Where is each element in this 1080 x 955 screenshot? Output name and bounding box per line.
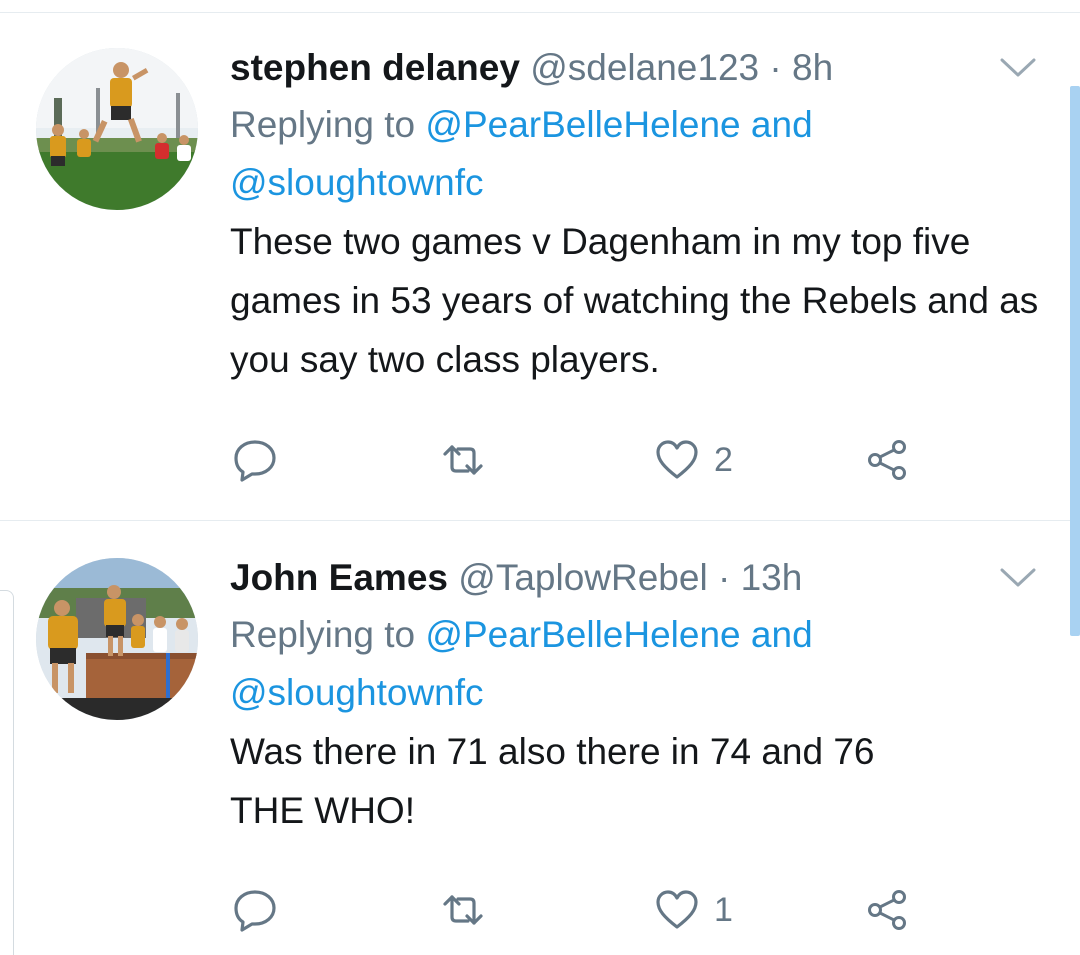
share-icon <box>868 440 906 480</box>
like-button[interactable]: 2 <box>654 430 733 490</box>
mention-link[interactable]: @sloughtownfc <box>230 162 484 203</box>
and-text[interactable]: and <box>741 614 813 655</box>
tweet-text-line: Was there in 71 also there in 74 and 76 <box>230 731 875 772</box>
tweet-text: These two games v Dagenham in my top fiv… <box>230 221 1039 380</box>
tweet-content: John Eames @TaplowRebel · 13h Replying t… <box>230 550 1050 840</box>
mention-link[interactable]: @sloughtownfc <box>230 672 484 713</box>
timestamp[interactable]: 13h <box>741 557 803 598</box>
reply-icon <box>234 440 276 482</box>
heart-icon <box>656 890 698 929</box>
replying-prefix: Replying to <box>230 614 426 655</box>
tweet-content: stephen delaney @sdelane123 · 8h Replyin… <box>230 40 1050 389</box>
like-count: 2 <box>714 440 733 479</box>
share-icon <box>868 890 906 930</box>
divider <box>0 520 1080 521</box>
share-button[interactable] <box>864 430 910 490</box>
tweet-thread: stephen delaney @sdelane123 · 8h Replyin… <box>0 0 1080 955</box>
share-button[interactable] <box>864 880 910 940</box>
avatar-photo <box>36 558 198 720</box>
reply-icon <box>234 890 276 932</box>
mention-link[interactable]: @PearBelleHelene <box>425 614 740 655</box>
user-handle[interactable]: @TaplowRebel <box>458 557 707 598</box>
retweet-icon <box>443 445 483 475</box>
replying-to: Replying to @PearBelleHelene and @slough… <box>230 606 1050 722</box>
avatar[interactable] <box>36 558 198 720</box>
separator-dot: · <box>707 557 741 598</box>
heart-icon <box>656 440 698 479</box>
tweet-text-line: THE WHO! <box>230 790 415 831</box>
tweet-actions: 1 <box>230 880 990 940</box>
reply-button[interactable] <box>232 430 278 490</box>
tweet-header: John Eames @TaplowRebel · 13h <box>230 550 1050 606</box>
reply-button[interactable] <box>232 880 278 940</box>
display-name[interactable]: stephen delaney <box>230 47 520 88</box>
chevron-down-icon[interactable] <box>998 564 1038 592</box>
like-count: 1 <box>714 890 733 929</box>
chevron-down-icon[interactable] <box>998 54 1038 82</box>
tweet-header: stephen delaney @sdelane123 · 8h <box>230 40 1050 96</box>
mention-link[interactable]: @PearBelleHelene <box>425 104 740 145</box>
avatar-photo <box>36 48 198 210</box>
display-name[interactable]: John Eames <box>230 557 448 598</box>
retweet-button[interactable] <box>440 430 486 490</box>
timestamp[interactable]: 8h <box>792 47 833 88</box>
tweet-actions: 2 <box>230 430 990 490</box>
replying-prefix: Replying to <box>230 104 426 145</box>
and-text[interactable]: and <box>741 104 813 145</box>
retweet-icon <box>443 895 483 925</box>
divider <box>0 12 1080 13</box>
like-button[interactable]: 1 <box>654 880 733 940</box>
retweet-button[interactable] <box>440 880 486 940</box>
user-handle[interactable]: @sdelane123 <box>530 47 759 88</box>
scrollbar[interactable] <box>1070 86 1080 636</box>
thread-edge <box>0 590 14 955</box>
replying-to: Replying to @PearBelleHelene and @slough… <box>230 96 1050 212</box>
tweet-text: Was there in 71 also there in 74 and 76 … <box>230 722 1050 840</box>
avatar[interactable] <box>36 48 198 210</box>
separator-dot: · <box>759 47 793 88</box>
